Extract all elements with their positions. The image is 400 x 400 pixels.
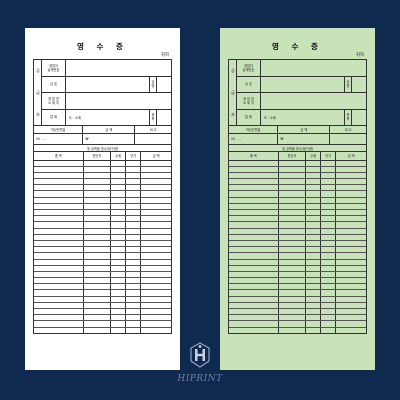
reg-no-label: 영업자 납세번호	[237, 60, 261, 76]
col-item: 품 목	[34, 152, 84, 161]
receipt-form: 공 급 자 영업자 납세번호 상 호 성명 영 업 장소 재 지 업 태 도 ·…	[228, 59, 367, 335]
business-label: 업 태	[42, 109, 66, 125]
item-field[interactable]	[352, 110, 366, 126]
receipt-green: 영 수 증 귀하 공 급 자 영업자 납세번호 상 호 성명 영 업 장 소 재…	[220, 28, 375, 370]
business-row: 업 태 도 · 소매 종목	[237, 109, 366, 126]
recipient-suffix: 귀하	[355, 53, 364, 58]
date-value[interactable]: 20 . . .	[229, 134, 279, 144]
receipt-note: 위 금액을 영수(청구)함	[34, 145, 171, 152]
item-cell[interactable]	[320, 327, 337, 334]
items-table: 품 목 원산지 수량 단가 금 액	[229, 152, 366, 334]
remarks-header: 비 고	[149, 128, 157, 132]
item-field[interactable]	[157, 110, 171, 126]
reg-no-label: 영업자 납세번호	[42, 60, 66, 76]
address-field[interactable]	[66, 93, 171, 109]
receipt-title: 영 수 증	[272, 42, 323, 51]
supplier-section: 공 급 자 영업자 납세번호 상 호 성명 영 업 장소 재 지 업 태 도 ·…	[229, 60, 366, 126]
receipt-white: 영 수 증 귀하 공 급 자 영업자 납세번호 상 호 성명 영 업 장 소 재…	[25, 28, 180, 370]
item-cell[interactable]	[110, 327, 127, 334]
logo-text: HIPRINT	[177, 374, 223, 384]
side-char-1: 공	[36, 68, 40, 73]
side-char-1: 공	[231, 68, 235, 73]
owner-field[interactable]	[157, 77, 171, 93]
item-cell[interactable]	[278, 327, 307, 334]
reg-no-row: 영업자 납세번호	[237, 60, 366, 77]
item-row	[229, 327, 366, 334]
currency-sign[interactable]: ₩	[278, 134, 331, 144]
hiprint-logo-icon	[190, 342, 210, 368]
supplier-section: 공 급 자 영업자 납세번호 상 호 성명 영 업 장소 재 지 업 태 도 ·…	[34, 60, 171, 126]
remarks-field[interactable]	[330, 134, 366, 144]
supplier-side-label: 공 급 자	[34, 60, 42, 125]
col-price: 단가	[320, 152, 337, 161]
date-value-row: 20 . . . ₩	[34, 134, 171, 145]
item-label: 종목	[149, 109, 157, 125]
col-qty: 수량	[110, 152, 127, 161]
name-label: 상 호	[237, 76, 261, 92]
address-row: 영 업 장소 재 지	[42, 93, 171, 110]
item-label: 종목	[344, 109, 352, 125]
col-amount: 금 액	[335, 152, 366, 161]
brand-logo: HIPRINT	[170, 342, 230, 387]
currency-sign[interactable]: ₩	[83, 134, 136, 144]
item-cell[interactable]	[141, 327, 171, 333]
owner-field[interactable]	[352, 77, 366, 93]
side-char-3: 자	[231, 112, 235, 117]
receipt-title: 영 수 증	[77, 42, 128, 51]
business-sep: 도 · 소매	[69, 115, 81, 120]
item-cell[interactable]	[125, 327, 142, 334]
side-char-3: 자	[36, 112, 40, 117]
address-field[interactable]	[261, 93, 366, 109]
col-price: 단가	[125, 152, 142, 161]
date-header: 작성년월일	[34, 126, 84, 133]
col-amount: 금 액	[140, 152, 171, 161]
owner-label: 성명	[149, 76, 157, 92]
date-header-row: 작성년월일 금 액 비 고	[229, 126, 366, 134]
address-label: 영 업 장소 재 지	[237, 93, 261, 109]
item-cell[interactable]	[305, 327, 322, 334]
date-header-row: 작성년월일 금 액 비 고	[34, 126, 171, 134]
col-qty: 수량	[305, 152, 322, 161]
name-field[interactable]	[66, 77, 149, 93]
date-value-row: 20 . . . ₩	[229, 134, 366, 145]
reg-no-field[interactable]	[261, 60, 366, 76]
name-label: 상 호	[42, 76, 66, 92]
receipt-form: 공 급 자 영업자 납세번호 상 호 성명 영 업 장소 재 지 업 태 도 ·…	[33, 59, 172, 335]
amount-header: 금 액	[83, 126, 136, 133]
reg-no-row: 영업자 납세번호	[42, 60, 171, 77]
item-cell[interactable]	[34, 327, 84, 334]
side-char-2: 급	[36, 90, 40, 95]
business-row: 업 태 도 · 소매 종목	[42, 109, 171, 126]
col-origin: 원산지	[278, 152, 307, 161]
item-cell[interactable]	[83, 327, 112, 334]
address-label: 영 업 장소 재 지	[42, 93, 66, 109]
date-header: 작성년월일	[229, 126, 279, 133]
col-origin: 원산지	[83, 152, 112, 161]
amount-header: 금 액	[278, 126, 331, 133]
recipient-suffix: 귀하	[160, 53, 169, 58]
item-row	[34, 327, 171, 334]
name-row: 상 호 성명	[42, 76, 171, 93]
address-row: 영 업 장소 재 지	[237, 93, 366, 110]
name-row: 상 호 성명	[237, 76, 366, 93]
side-char-2: 급	[231, 90, 235, 95]
item-cell[interactable]	[229, 327, 279, 334]
name-field[interactable]	[261, 77, 344, 93]
remarks-header: 비 고	[344, 128, 352, 132]
reg-no-field[interactable]	[66, 60, 171, 76]
owner-label: 성명	[344, 76, 352, 92]
date-value[interactable]: 20 . . .	[34, 134, 84, 144]
items-table: 품 목 원산지 수량 단가 금 액	[34, 152, 171, 334]
business-sep: 도 · 소매	[264, 115, 276, 120]
supplier-side-label: 공 급 자	[229, 60, 237, 125]
col-item: 품 목	[229, 152, 279, 161]
business-label: 업 태	[237, 109, 261, 125]
receipt-note: 위 금액을 영수(청구)함	[229, 145, 366, 152]
item-cell[interactable]	[336, 327, 366, 333]
remarks-field[interactable]	[135, 134, 171, 144]
